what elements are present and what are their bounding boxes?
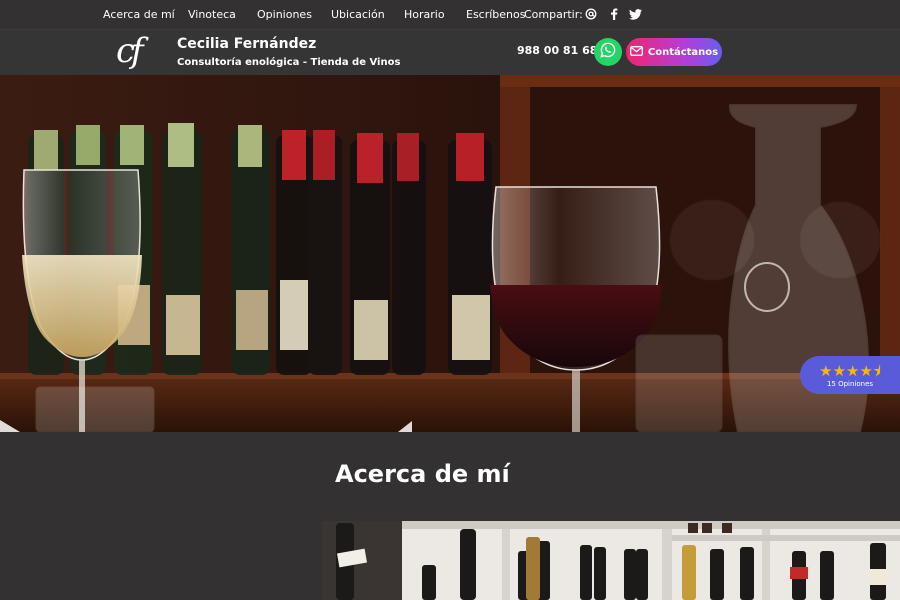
share-label: Compartir: xyxy=(524,8,583,21)
brand-name: Cecilia Fernández xyxy=(177,36,317,52)
nav-link-horario[interactable]: Horario xyxy=(404,8,445,21)
wine-hero-illustration xyxy=(0,75,900,432)
contact-button[interactable]: Contáctanos xyxy=(626,38,722,66)
top-navigation: Acerca de mí Vinoteca Opiniones Ubicació… xyxy=(0,0,900,29)
whatsapp-button[interactable] xyxy=(594,38,622,66)
nav-link-ubicacion[interactable]: Ubicación xyxy=(331,8,385,21)
contact-button-label: Contáctanos xyxy=(647,46,719,58)
nav-link-opiniones[interactable]: Opiniones xyxy=(257,8,312,21)
facebook-icon[interactable] xyxy=(607,6,621,22)
nav-link-escribenos[interactable]: Escríbenos xyxy=(466,8,526,21)
whatsapp-icon xyxy=(600,42,616,62)
rating-stars-icon: ★★★★⯨ xyxy=(819,361,881,380)
envelope-icon xyxy=(629,45,643,59)
rating-count: 15 Opiniones xyxy=(826,379,874,388)
site-header: cf Cecilia Fernández Consultoría enológi… xyxy=(0,29,900,75)
phone-number[interactable]: 988 00 81 68 xyxy=(517,44,597,57)
nav-link-acerca[interactable]: Acerca de mí xyxy=(103,8,175,21)
hero-image xyxy=(0,75,900,432)
at-icon[interactable] xyxy=(584,6,598,22)
about-title: Acerca de mí xyxy=(335,460,510,488)
twitter-icon[interactable] xyxy=(628,6,642,22)
about-section: Acerca de mí xyxy=(0,432,900,600)
logo[interactable]: cf xyxy=(116,32,160,72)
brand-subtitle: Consultoría enológica - Tienda de Vinos xyxy=(177,57,401,68)
nav-link-vinoteca[interactable]: Vinoteca xyxy=(188,8,236,21)
rating-badge[interactable]: ★★★★⯨ 15 Opiniones xyxy=(800,356,900,394)
wine-shop-photo xyxy=(322,521,900,600)
